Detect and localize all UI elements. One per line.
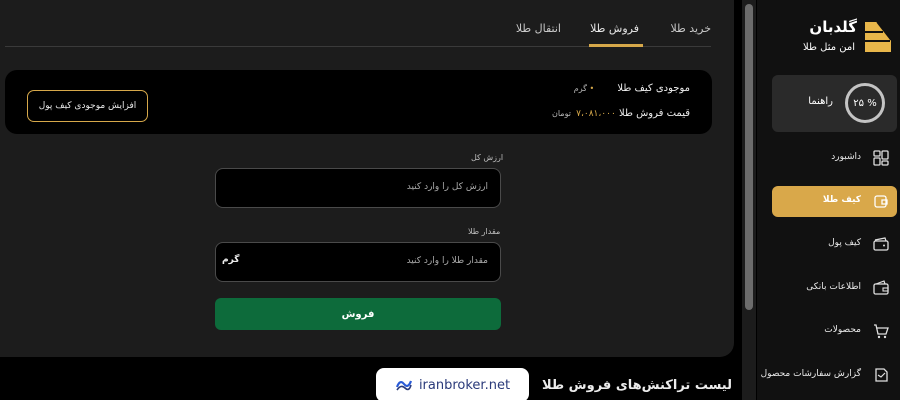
tab-bar: خرید طلا فروش طلا انتقال طلا [5,0,711,47]
sidebar-item-label: کیف پول [828,238,861,248]
wallet-icon [873,237,889,251]
watermark-badge: iranbroker.net [376,368,529,400]
gold-amount-input[interactable]: مقدار طلا را وارد کنید گرم [215,242,501,282]
increase-balance-button[interactable]: افزایش موجودی کیف پول [27,90,148,122]
progress-ring: ۲۵ % [845,83,885,123]
gold-amount-label: مقدار طلا [468,227,501,236]
dashboard-icon [873,150,889,166]
gold-amount-placeholder: مقدار طلا را وارد کنید [406,256,488,266]
gold-wallet-icon [874,195,888,208]
sidebar: گلدبان امن مثل طلا ۲۵ % راهنما داشبورد ک… [757,0,900,400]
gold-bars-logo-icon [865,21,892,52]
scrollbar-thumb[interactable] [745,4,753,310]
balance-value: • گرم [573,84,595,93]
balance-label: موجودی کیف طلا [617,83,690,94]
active-tab-indicator [589,44,643,47]
balance-row: موجودی کیف طلا • گرم [574,83,690,94]
bank-card-icon [873,280,889,295]
gold-amount-unit: گرم [222,255,240,265]
tab-sell-gold[interactable]: فروش طلا [590,22,639,35]
report-icon [875,368,888,382]
price-unit: تومان [551,109,571,118]
tab-buy-gold[interactable]: خرید طلا [670,22,711,35]
price-value: ۷،۰۸۱،۰۰۰ [576,109,616,119]
total-value-placeholder: ارزش کل را وارد کنید [406,182,488,192]
broker-logo-icon [395,380,412,391]
app-root: خرید طلا فروش طلا انتقال طلا موجودی کیف … [0,0,900,400]
sidebar-item-products[interactable]: محصولات [772,316,897,347]
guide-card[interactable]: ۲۵ % راهنما [772,75,897,132]
sidebar-item-label: کیف طلا [822,195,861,205]
sidebar-item-wallet[interactable]: کیف پول [772,229,897,260]
brand-name: گلدبان [809,18,857,36]
price-label: قیمت فروش طلا [618,108,690,119]
total-value-label: ارزش کل [471,153,504,162]
guide-label: راهنما [808,96,833,107]
price-row: قیمت فروش طلا ۷،۰۸۱،۰۰۰ تومان [552,108,690,119]
sidebar-item-label: گزارش سفارشات محصول [760,369,861,379]
tab-transfer-gold[interactable]: انتقال طلا [516,22,561,35]
sidebar-item-bank-info[interactable]: اطلاعات بانکی [772,273,897,304]
sell-button[interactable]: فروش [215,298,501,330]
sidebar-item-order-report[interactable]: گزارش سفارشات محصول [761,360,897,391]
main-panel: خرید طلا فروش طلا انتقال طلا موجودی کیف … [0,0,734,357]
brand: گلدبان امن مثل طلا [783,16,893,60]
sidebar-item-label: داشبورد [831,152,861,162]
scrollbar[interactable] [742,0,756,400]
brand-tagline: امن مثل طلا [803,42,855,53]
total-value-input[interactable]: ارزش کل را وارد کنید [215,168,501,208]
sidebar-item-dashboard[interactable]: داشبورد [772,143,897,174]
sidebar-item-label: اطلاعات بانکی [806,282,861,292]
wallet-summary: موجودی کیف طلا • گرم قیمت فروش طلا ۷،۰۸۱… [5,70,712,134]
sidebar-item-gold-wallet[interactable]: کیف طلا [772,186,897,217]
sidebar-item-label: محصولات [824,325,861,335]
watermark-text: iranbroker.net [418,377,511,393]
dot-icon: • [589,84,595,93]
cart-icon [874,324,889,339]
transactions-list-title: لیست تراکنش‌های فروش طلا [542,378,732,393]
